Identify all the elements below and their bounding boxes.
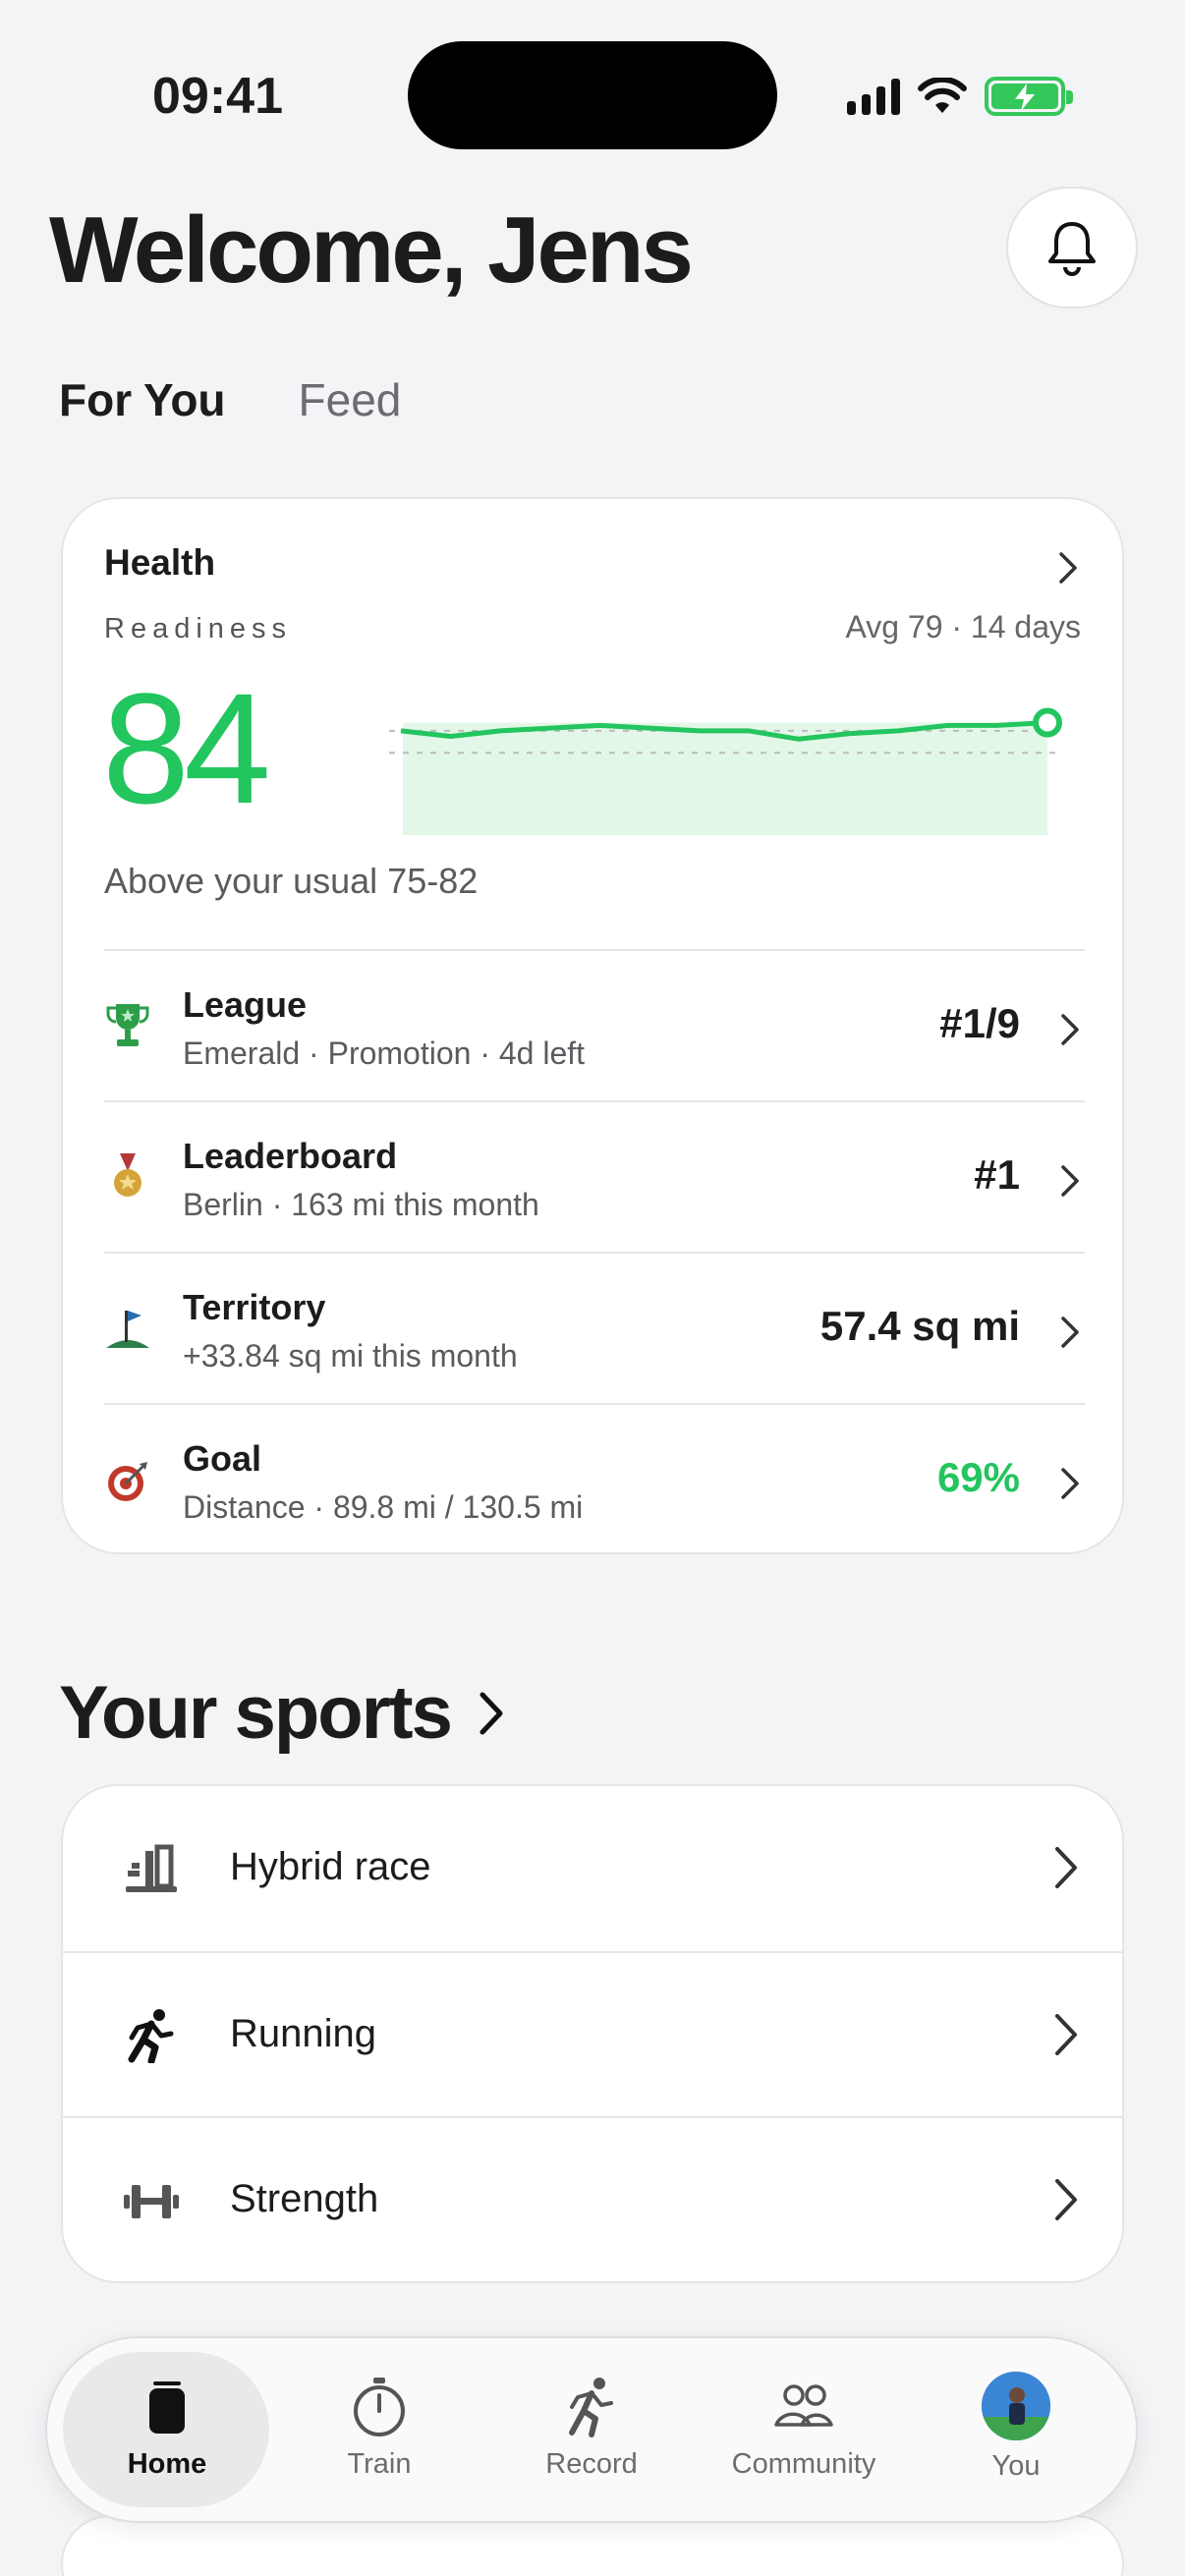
sport-item-hybrid-race[interactable]: Hybrid race [63, 1786, 1122, 1951]
trophy-icon [106, 1004, 149, 1046]
tab-label: Community [731, 2448, 876, 2480]
stat-subtitle: +33.84 sq mi this month [183, 1338, 518, 1373]
chevron-right-icon[interactable] [1057, 550, 1079, 586]
stat-title: Goal [183, 1438, 262, 1479]
status-icons [847, 73, 1073, 120]
dynamic-island [408, 41, 777, 149]
stat-title: League [183, 984, 308, 1025]
sport-item-running[interactable]: Running [63, 1951, 1122, 2116]
readiness-average: Avg 79 · 14 days [845, 609, 1081, 644]
stat-row-leaderboard[interactable]: Leaderboard Berlin · 163 mi this month #… [104, 1100, 1085, 1252]
chevron-right-icon [1061, 1468, 1079, 1499]
tab-for-you[interactable]: For You [59, 373, 226, 426]
tab-label: Record [545, 2448, 638, 2480]
stat-subtitle: Distance · 89.8 mi / 130.5 mi [183, 1489, 584, 1525]
health-card[interactable]: Health Readiness Avg 79 · 14 days 84 Abo… [61, 497, 1124, 1554]
latest-activity-card[interactable] [61, 2515, 1124, 2576]
tab-record[interactable]: Record [493, 2364, 690, 2501]
stat-subtitle: Berlin · 163 mi this month [183, 1187, 539, 1222]
stat-value: 69% [936, 1454, 1020, 1500]
sport-label: Strength [230, 2177, 379, 2220]
status-time: 09:41 [152, 68, 283, 125]
notifications-button[interactable] [1006, 187, 1138, 308]
chevron-right-icon [1061, 1316, 1079, 1348]
sport-label: Running [230, 2012, 377, 2055]
bell-icon [1048, 222, 1096, 276]
health-title: Health [104, 542, 216, 583]
stat-value: #1 [974, 1151, 1020, 1198]
feed-tabs: For You Feed [59, 373, 401, 426]
target-icon [108, 1462, 147, 1501]
cellular-signal-icon [847, 78, 900, 115]
readiness-chart [389, 707, 1062, 835]
medal-icon [114, 1153, 141, 1197]
tab-bar: Home Train Record Community You [45, 2336, 1138, 2523]
page-title: Welcome, Jens [49, 197, 694, 303]
stat-value: 57.4 sq mi [819, 1303, 1020, 1349]
tab-home[interactable]: Home [69, 2364, 265, 2501]
flag-icon [106, 1311, 149, 1348]
your-sports-header[interactable]: Your sports [59, 1670, 506, 1756]
usual-range-band [403, 722, 1047, 835]
stat-title: Territory [183, 1287, 326, 1327]
sport-label: Hybrid race [230, 1845, 431, 1888]
chevron-right-icon [1061, 1165, 1079, 1197]
chevron-right-icon [1055, 2014, 1077, 2055]
tab-label: Home [127, 2448, 207, 2480]
stat-title: Leaderboard [183, 1136, 398, 1176]
tab-label: You [991, 2450, 1041, 2482]
current-value-point [1033, 707, 1062, 738]
stat-row-territory[interactable]: Territory +33.84 sq mi this month 57.4 s… [104, 1252, 1085, 1403]
hybrid-race-icon [126, 1844, 177, 1892]
stat-value: #1/9 [939, 1000, 1020, 1046]
wifi-icon [918, 78, 967, 113]
readiness-score: 84 [102, 660, 271, 836]
tab-feed[interactable]: Feed [299, 373, 402, 426]
running-icon [128, 2009, 174, 2063]
readiness-label: Readiness [104, 613, 293, 644]
sports-list: Hybrid race Running Strength [61, 1784, 1124, 2283]
tab-community[interactable]: Community [705, 2364, 902, 2501]
community-icon [774, 2384, 833, 2427]
dumbbell-icon [124, 2185, 179, 2218]
tab-you[interactable]: You [918, 2364, 1114, 2501]
section-title: Your sports [59, 1671, 453, 1755]
chevron-right-icon [480, 1692, 503, 1734]
record-runner-icon [569, 2378, 613, 2437]
home-icon [149, 2381, 185, 2434]
tab-train[interactable]: Train [281, 2364, 478, 2501]
avatar [982, 2372, 1050, 2440]
chevron-right-icon [1055, 1847, 1077, 1888]
stat-subtitle: Emerald · Promotion · 4d left [183, 1036, 586, 1071]
chevron-right-icon [1055, 2179, 1077, 2220]
stopwatch-icon [354, 2378, 405, 2436]
stat-row-league[interactable]: League Emerald · Promotion · 4d left #1/… [104, 949, 1085, 1100]
readiness-note: Above your usual 75-82 [104, 861, 479, 901]
tab-label: Train [347, 2448, 412, 2480]
stat-row-goal[interactable]: Goal Distance · 89.8 mi / 130.5 mi 69% [104, 1403, 1085, 1554]
chevron-right-icon [1061, 1014, 1079, 1045]
sport-item-strength[interactable]: Strength [63, 2116, 1122, 2281]
battery-charging-icon [985, 77, 1073, 116]
